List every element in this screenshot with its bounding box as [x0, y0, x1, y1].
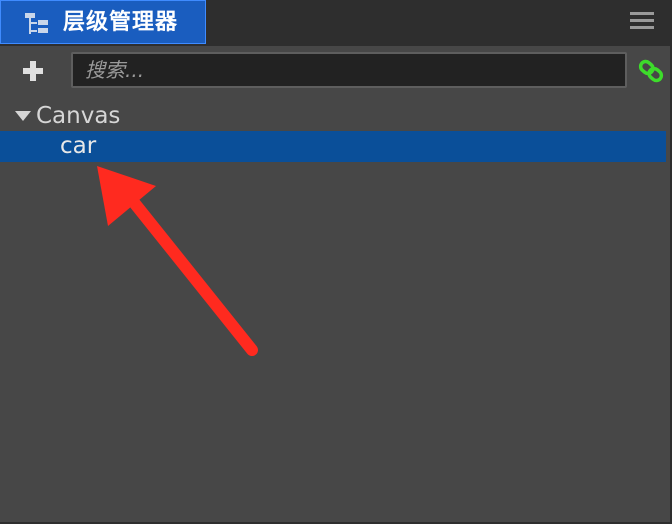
tree-node-label: Canvas	[36, 103, 121, 129]
hierarchy-icon	[25, 13, 48, 34]
tab-hierarchy[interactable]: 层级管理器	[0, 0, 206, 44]
link-icon[interactable]	[636, 56, 666, 86]
plus-icon[interactable]	[18, 56, 48, 86]
tree-node-car[interactable]: car	[0, 131, 666, 162]
tree-node-label: car	[60, 133, 97, 159]
expand-arrow-icon[interactable]	[15, 111, 31, 121]
tree-node-canvas[interactable]: Canvas	[0, 99, 670, 131]
panel-title: 层级管理器	[63, 10, 179, 35]
panel-tab-bar: 层级管理器	[0, 0, 670, 46]
hierarchy-panel: 层级管理器 Canvas car	[0, 0, 672, 524]
hamburger-menu-icon[interactable]	[628, 10, 656, 32]
hierarchy-toolbar	[0, 46, 670, 96]
node-tree: Canvas car	[0, 96, 670, 522]
search-input[interactable]	[71, 52, 627, 88]
